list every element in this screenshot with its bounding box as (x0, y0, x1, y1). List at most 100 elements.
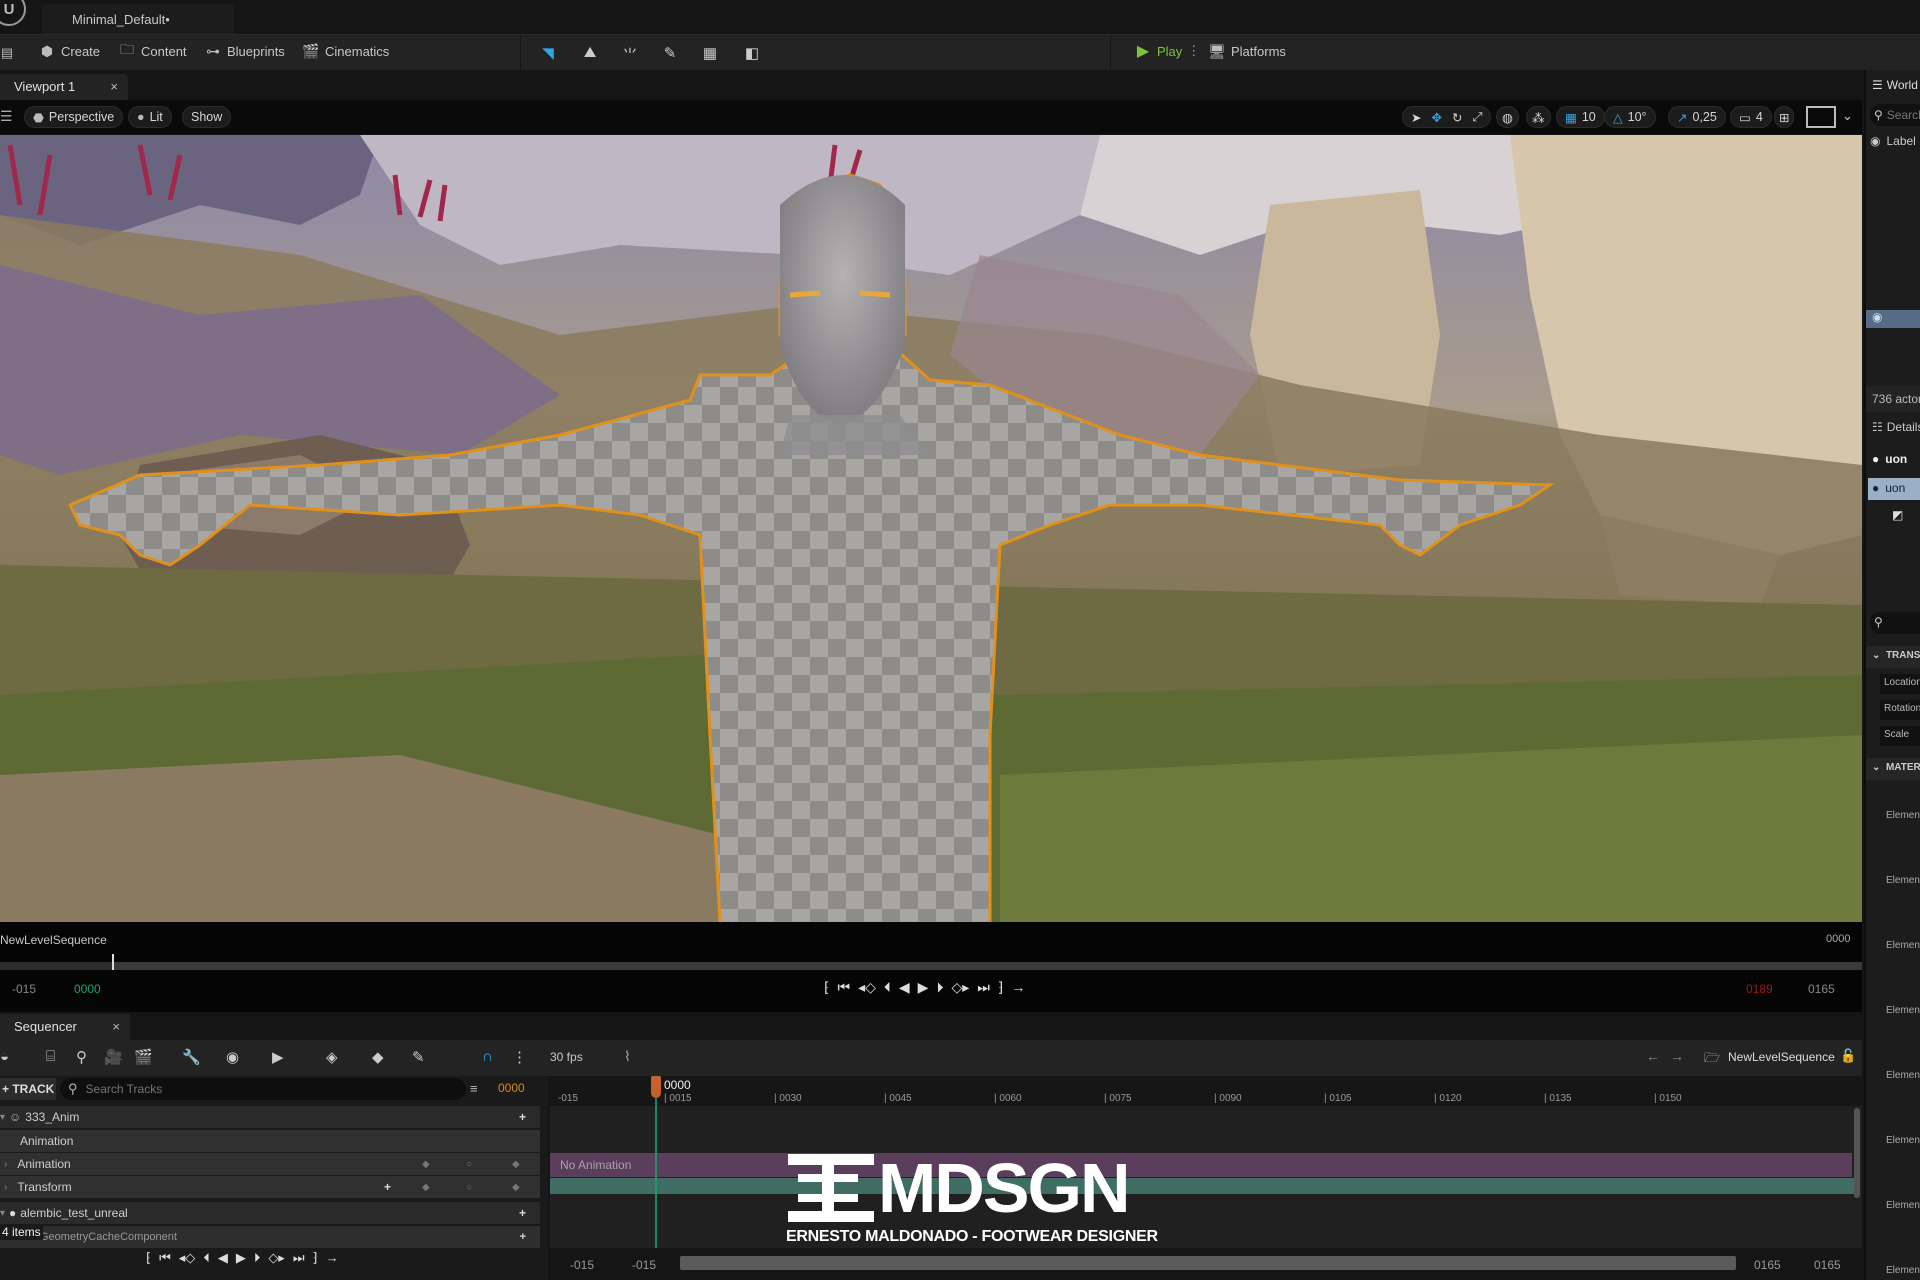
track-row-actor[interactable]: ▾ ● alembic_test_unreal + (0, 1202, 540, 1224)
wrench-icon[interactable]: 🔧 (182, 1048, 201, 1066)
animation-track-bar[interactable]: No Animation (550, 1153, 1852, 1177)
cinematics-button[interactable]: 🎬 Cinematics (302, 42, 389, 60)
loop-icon[interactable]: → (1011, 979, 1025, 996)
chevron-down-icon[interactable]: ⌄ (1842, 108, 1853, 124)
expand-icon[interactable]: ▾ (0, 1208, 5, 1219)
scale-snap-button[interactable]: ↗ 0,25 (1668, 106, 1726, 128)
track-row-animation[interactable]: › Animation ◆ ○ ◆ (0, 1153, 540, 1175)
range-end[interactable]: 0165 (1814, 1258, 1841, 1272)
sequencer-tab[interactable]: Sequencer × (0, 1014, 130, 1040)
camera-icon[interactable]: 🎥 (104, 1048, 123, 1066)
next-key-icon[interactable]: ◆ (512, 1159, 520, 1170)
snap-magnet-icon[interactable]: ∩ (482, 1048, 493, 1065)
step-back-icon[interactable]: ⏴ (884, 979, 891, 996)
label-column-header[interactable]: ◉ Label (1870, 134, 1916, 148)
foliage-mode-icon[interactable]: ⺌ (620, 44, 640, 64)
camera-speed-button[interactable]: ▭ 4 (1730, 106, 1772, 128)
section-materials[interactable]: ⌄ MATERIALS (1866, 758, 1920, 780)
lock-icon[interactable]: 🔓 (1840, 1048, 1856, 1064)
add-key-icon[interactable]: ○ (466, 1182, 472, 1193)
track-row-actor[interactable]: ▾ ☺ 333_Anim + (0, 1106, 540, 1128)
hamburger-menu-icon[interactable]: ☰ (0, 108, 13, 125)
key-auto-icon[interactable]: ◆ (372, 1048, 384, 1066)
chevron-right-icon[interactable]: › (4, 1182, 7, 1193)
brush-edit-mode-icon[interactable]: ◧ (742, 44, 762, 64)
track-row-transform[interactable]: › Transform + ◆ ○ ◆ (0, 1176, 540, 1198)
rotation-snap-button[interactable]: △ 10° (1604, 106, 1656, 128)
mesh-paint-mode-icon[interactable]: ✎ (660, 44, 680, 64)
track-area[interactable]: No Animation (550, 1106, 1862, 1248)
end-frame-red[interactable]: 0189 (1746, 982, 1773, 996)
clapper-icon[interactable]: 🎬 (134, 1048, 153, 1066)
jump-start-icon[interactable]: ⏮ (159, 1250, 171, 1266)
range-end-icon[interactable]: ⁆ (998, 979, 1003, 996)
track-row-component[interactable]: GeometryCacheComponent + (0, 1226, 540, 1248)
play-options-icon[interactable]: ⋮ (1187, 43, 1200, 59)
range-end-icon[interactable]: ⁆ (313, 1250, 318, 1266)
section-transform[interactable]: ⌄ TRANSFORM (1866, 646, 1920, 668)
end-time[interactable]: 0165 (1808, 982, 1835, 996)
filter-icon[interactable]: ≡ (470, 1081, 478, 1096)
next-key-icon[interactable]: ◆ (512, 1182, 520, 1193)
range-end-view[interactable]: 0165 (1754, 1258, 1781, 1272)
transform-track-bar[interactable] (550, 1178, 1858, 1194)
jump-end-icon[interactable]: ⏭ (293, 1250, 305, 1266)
current-frame[interactable]: 0000 (74, 982, 101, 996)
range-start-view[interactable]: -015 (632, 1258, 656, 1272)
scrubber-playhead[interactable] (111, 954, 114, 970)
more-options-icon[interactable]: ⋮ (512, 1048, 527, 1066)
surface-snap-button[interactable]: ⁂ (1526, 106, 1551, 128)
jump-start-icon[interactable]: ⏮ (837, 979, 850, 996)
translate-tool-icon[interactable]: ✥ (1431, 110, 1441, 125)
play-icon[interactable]: ▶ (236, 1250, 246, 1266)
save-icon[interactable]: ⌸ (46, 1048, 55, 1065)
play-reverse-icon[interactable]: ◀ (218, 1250, 228, 1266)
platforms-button[interactable]: 🖥 Platforms (1208, 42, 1286, 60)
play-icon[interactable]: ▶ (918, 979, 929, 996)
step-forward-icon[interactable]: ⏵ (254, 1250, 261, 1266)
play-button[interactable]: ▶ Play ⋮ (1134, 42, 1200, 60)
add-key-icon[interactable]: ○ (466, 1159, 472, 1170)
add-track-button[interactable]: + TRACK (0, 1078, 56, 1100)
prev-key-icon[interactable]: ◆ (422, 1159, 430, 1170)
scale-field[interactable]: Scale (1880, 726, 1920, 746)
perspective-button[interactable]: ⬣ Perspective (24, 106, 124, 128)
select-tool-icon[interactable]: ➤ (1411, 110, 1421, 125)
details-search[interactable]: ⚲ (1870, 612, 1920, 634)
step-back-icon[interactable]: ⏴ (203, 1250, 210, 1266)
details-tab[interactable]: ☷ Details (1872, 420, 1920, 434)
sequence-breadcrumb[interactable]: NewLevelSequence (1728, 1050, 1835, 1064)
viewport-scene[interactable] (0, 135, 1862, 923)
play-reverse-icon[interactable]: ◀ (899, 979, 910, 996)
forward-arrow-icon[interactable]: → (1670, 1048, 1684, 1064)
show-button[interactable]: Show (182, 106, 232, 128)
sequence-scrubber-track[interactable] (0, 954, 1862, 970)
lit-button[interactable]: ● Lit (128, 106, 172, 128)
next-key-icon[interactable]: ◇▸ (268, 1250, 285, 1266)
outliner-search[interactable]: ⚲Search (1870, 104, 1920, 126)
range-start-icon[interactable]: ⁅ (824, 979, 829, 996)
range-scrollbar[interactable] (680, 1256, 1736, 1270)
add-icon[interactable]: + (519, 1110, 526, 1124)
world-icon[interactable]: ◒ (0, 1048, 9, 1065)
landscape-mode-icon[interactable]: ⛰ (580, 44, 600, 64)
time-readout[interactable]: 0000 (498, 1081, 525, 1095)
blueprints-button[interactable]: ⊶ Blueprints (204, 42, 285, 60)
chevron-right-icon[interactable]: › (4, 1159, 7, 1170)
viewport-tab[interactable]: Viewport 1 × (0, 74, 128, 100)
fps-selector[interactable]: 30 fps (550, 1050, 583, 1064)
world-local-button[interactable]: ◍ (1496, 106, 1519, 128)
eye-icon[interactable]: ◉ (226, 1048, 239, 1066)
range-start-icon[interactable]: ⁅ (146, 1250, 151, 1266)
curve-editor-icon[interactable]: ⌇ (624, 1048, 631, 1065)
start-time[interactable]: -015 (12, 982, 36, 996)
search-tracks-input[interactable] (85, 1082, 446, 1096)
document-tab[interactable]: Minimal_Default• (42, 4, 234, 34)
details-item-selected[interactable]: ● uon (1868, 478, 1920, 500)
location-field[interactable]: Location (1880, 674, 1920, 694)
create-button[interactable]: ⬢ Create (38, 42, 100, 60)
outliner-tab[interactable]: ☰World Outliner (1866, 74, 1920, 96)
pencil-icon[interactable]: ✎ (412, 1048, 425, 1066)
time-ruler[interactable]: -015 | 0015 | 0030 | 0045 | 0060 | 0075 | 0090… (550, 1076, 1862, 1106)
close-icon[interactable]: × (110, 79, 118, 94)
